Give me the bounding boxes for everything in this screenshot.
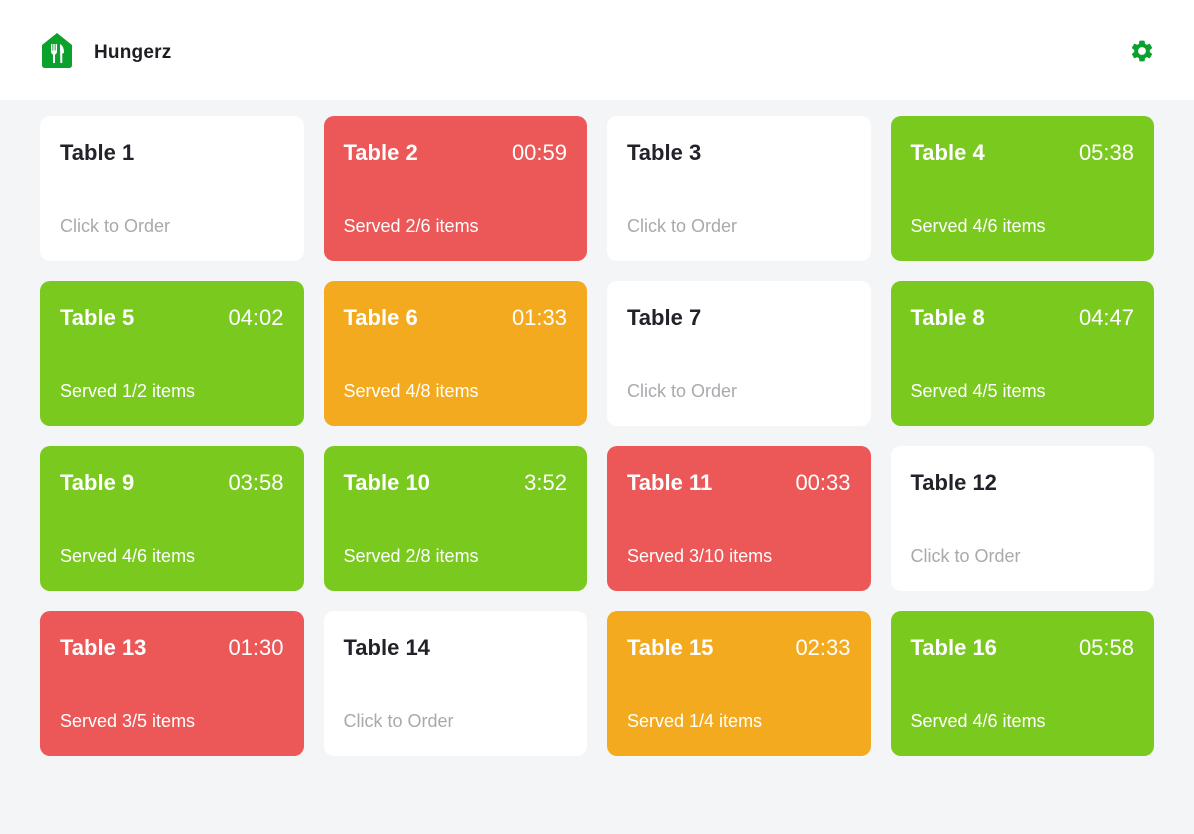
table-timer: 04:02 [228,305,284,330]
table-name: Table 7 [627,305,702,330]
table-status: Served 1/4 items [627,711,763,731]
table-name: Table 12 [910,470,997,495]
table-timer: 04:47 [1078,305,1134,330]
table-timer: 03:58 [228,470,284,495]
table-name: Table 2 [343,140,418,165]
table-status: Click to Order [627,381,738,401]
table-status: Served 4/6 items [60,546,196,566]
table-timer: 01:30 [228,635,284,660]
table-name: Table 1 [60,140,135,165]
table-status: Served 4/8 items [343,381,479,401]
table-status: Served 3/10 items [627,546,773,566]
table-status: Served 2/6 items [343,216,479,236]
table-card[interactable]: Table 7 Click to Order [607,281,871,426]
table-timer: 00:59 [511,140,567,165]
table-status: Click to Order [60,216,171,236]
table-card[interactable]: Table 11 00:33 Served 3/10 items [607,446,871,591]
table-name: Table 4 [910,140,985,165]
table-card[interactable]: Table 12 Click to Order [890,446,1154,591]
table-name: Table 9 [60,470,135,495]
table-card[interactable]: Table 14 Click to Order [323,611,587,756]
table-card[interactable]: Table 10 3:52 Served 2/8 items [323,446,587,591]
table-name: Table 15 [627,635,714,660]
table-status: Served 4/5 items [910,381,1046,401]
table-name: Table 6 [343,305,418,330]
table-timer: 05:58 [1078,635,1134,660]
table-status: Click to Order [343,711,454,731]
table-timer: 02:33 [795,635,851,660]
table-timer: 01:33 [511,305,567,330]
table-name: Table 8 [910,305,985,330]
table-status: Click to Order [910,546,1021,566]
table-card[interactable]: Table 9 03:58 Served 4/6 items [40,446,304,591]
table-card[interactable]: Table 4 05:38 Served 4/6 items [890,116,1154,261]
table-name: Table 10 [343,470,430,495]
table-card[interactable]: Table 16 05:58 Served 4/6 items [890,611,1154,756]
table-timer: 05:38 [1078,140,1134,165]
table-name: Table 3 [627,140,702,165]
table-status: Click to Order [627,216,738,236]
table-card[interactable]: Table 15 02:33 Served 1/4 items [607,611,871,756]
table-name: Table 11 [627,470,713,495]
table-timer: 00:33 [795,470,851,495]
table-status: Served 2/8 items [343,546,479,566]
table-name: Table 13 [60,635,147,660]
table-timer: 3:52 [524,470,567,495]
table-status: Served 4/6 items [910,711,1046,731]
gear-icon[interactable] [1129,38,1155,64]
table-grid: Table 1 Click to Order Table 2 00:59 Served… [40,116,1154,756]
table-card[interactable]: Table 5 04:02 Served 1/2 items [40,281,304,426]
table-name: Table 14 [343,635,430,660]
table-status: Served 3/5 items [60,711,196,731]
top-bar: Hungerz [0,0,1194,100]
table-status: Served 1/2 items [60,381,196,401]
table-name: Table 16 [910,635,997,660]
app-name: Hungerz [94,42,172,63]
table-card[interactable]: Table 13 01:30 Served 3/5 items [40,611,304,756]
table-card[interactable]: Table 2 00:59 Served 2/6 items [323,116,587,261]
restaurant-house-icon[interactable] [40,31,74,69]
table-card[interactable]: Table 1 Click to Order [40,116,304,261]
table-name: Table 5 [60,305,135,330]
table-card[interactable]: Table 6 01:33 Served 4/8 items [323,281,587,426]
table-card[interactable]: Table 8 04:47 Served 4/5 items [890,281,1154,426]
table-card[interactable]: Table 3 Click to Order [607,116,871,261]
table-status: Served 4/6 items [910,216,1046,236]
